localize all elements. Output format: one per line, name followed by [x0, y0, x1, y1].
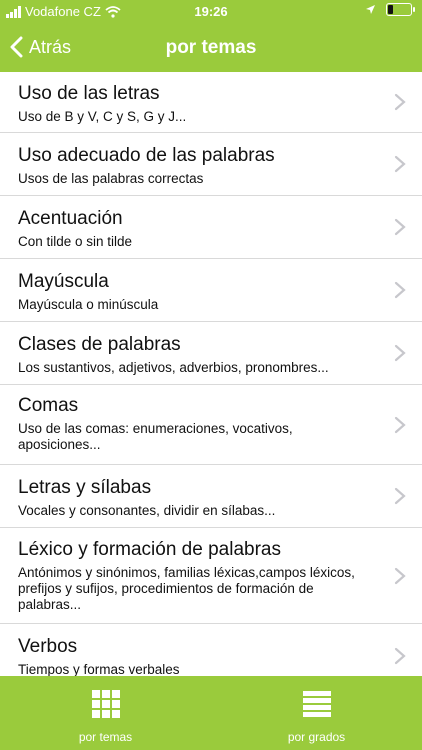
chevron-right-icon [394, 218, 406, 236]
list-item-title: Verbos [18, 636, 78, 657]
list-item-title: Letras y sílabas [18, 477, 152, 498]
list-item-title: Comas [18, 395, 79, 416]
status-right [365, 3, 415, 16]
tab-label: por temas [78, 730, 133, 744]
chevron-right-icon [394, 155, 406, 173]
list-item[interactable]: Clases de palabras Los sustantivos, adje… [0, 322, 422, 385]
list-item[interactable]: Acentuación Con tilde o sin tilde [0, 196, 422, 259]
list-item-title: Mayúscula [18, 271, 109, 292]
topics-list: Uso de las letras Uso de B y V, C y S, G… [0, 72, 422, 676]
chevron-right-icon [394, 344, 406, 362]
list-item[interactable]: Verbos Tiempos y formas verbales [0, 624, 422, 676]
chevron-right-icon [394, 93, 406, 111]
list-item-subtitle: Mayúscula o minúscula [18, 297, 159, 312]
list-item-title: Uso adecuado de las palabras [18, 145, 275, 166]
chevron-right-icon [394, 647, 406, 664]
chevron-right-icon [394, 281, 406, 299]
list-item[interactable]: Comas Uso de las comas: enumeraciones, v… [0, 385, 422, 465]
chevron-right-icon [394, 416, 406, 433]
list-item[interactable]: Léxico y formación de palabras Antónimos… [0, 528, 422, 624]
tab-por-grados[interactable]: por grados [211, 676, 422, 750]
list-item-title: Clases de palabras [18, 334, 181, 355]
list-item-subtitle: Uso de B y V, C y S, G y J... [18, 109, 187, 124]
list-item-title: Acentuación [18, 208, 123, 229]
grid-icon [91, 690, 120, 718]
top-bar: Vodafone CZ 19:26 Atrás por temas [0, 0, 422, 72]
chevron-right-icon [394, 487, 406, 505]
list-item[interactable]: Uso de las letras Uso de B y V, C y S, G… [0, 72, 422, 133]
location-arrow-icon [366, 5, 375, 14]
tab-por-temas[interactable]: por temas [0, 676, 211, 750]
list-item[interactable]: Mayúscula Mayúscula o minúscula [0, 259, 422, 322]
list-item-subtitle: Antónimos y sinónimos, familias léxicas,… [18, 565, 355, 612]
list-icon [302, 691, 331, 717]
list-item-subtitle: Con tilde o sin tilde [18, 234, 133, 249]
battery-icon [386, 3, 415, 16]
list-item-subtitle: Los sustantivos, adjetivos, adverbios, p… [18, 360, 329, 375]
list-item-title: Uso de las letras [18, 83, 160, 104]
tab-label: por grados [287, 730, 346, 744]
page-title: por temas [165, 37, 257, 58]
status-time: 19:26 [194, 4, 228, 19]
list-item-subtitle: Usos de las palabras correctas [18, 171, 204, 186]
list-item-subtitle: Vocales y consonantes, dividir en sílaba… [18, 503, 276, 518]
status-bar: Vodafone CZ 19:26 [0, 0, 422, 24]
list-item-subtitle: Tiempos y formas verbales [18, 662, 180, 676]
list-item[interactable]: Letras y sílabas Vocales y consonantes, … [0, 465, 422, 528]
chevron-right-icon [394, 567, 406, 584]
list-item[interactable]: Uso adecuado de las palabras Usos de las… [0, 133, 422, 196]
tab-bar: por temas por grados [0, 676, 422, 750]
list-item-subtitle: Uso de las comas: enumeraciones, vocativ… [18, 421, 293, 452]
navigation-bar: Atrás por temas [0, 24, 422, 72]
list-item-title: Léxico y formación de palabras [18, 539, 281, 560]
